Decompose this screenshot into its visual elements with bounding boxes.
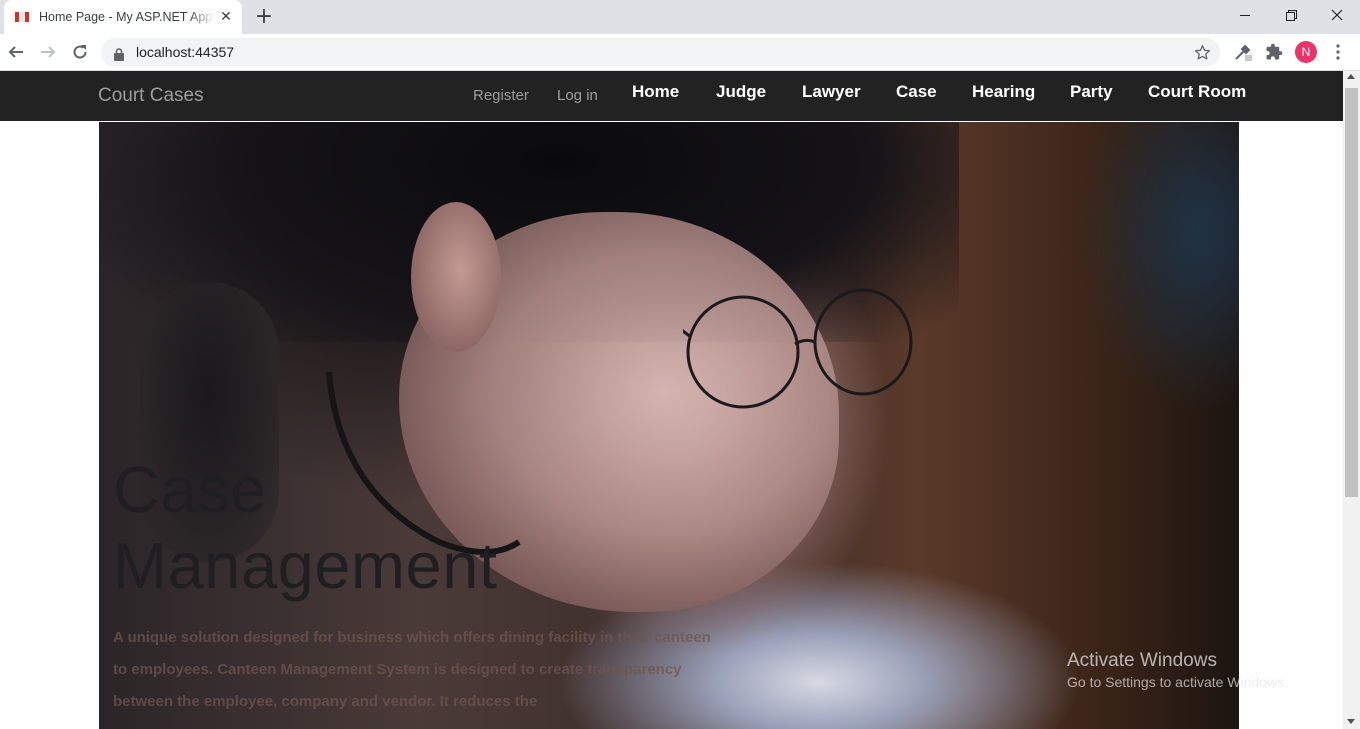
close-window-icon[interactable] xyxy=(1314,0,1360,30)
reload-icon[interactable] xyxy=(68,40,92,64)
register-link[interactable]: Register xyxy=(473,71,529,121)
tab-close-icon[interactable]: ✕ xyxy=(218,9,234,25)
tab-title: Home Page - My ASP.NET Application xyxy=(39,10,215,24)
hero-title-line-1: Case xyxy=(113,453,267,526)
nav-link-case[interactable]: Case xyxy=(896,71,937,113)
nav-link-party[interactable]: Party xyxy=(1070,71,1113,113)
back-icon[interactable] xyxy=(4,40,28,64)
hero-photo-ear xyxy=(411,202,501,352)
page-viewport: Court Cases Register Log in Home Judge L… xyxy=(0,71,1343,729)
nav-link-lawyer[interactable]: Lawyer xyxy=(802,71,861,113)
profile-initial: N xyxy=(1295,41,1317,63)
windows-activation-watermark: Activate Windows Go to Settings to activ… xyxy=(1067,650,1288,690)
extensions-puzzle-icon[interactable] xyxy=(1263,41,1285,63)
scroll-up-arrow-icon[interactable] xyxy=(1347,74,1355,79)
site-navbar: Court Cases Register Log in Home Judge L… xyxy=(0,71,1343,121)
hero-description: A unique solution designed for business … xyxy=(113,629,711,710)
new-tab-button[interactable]: + xyxy=(254,6,274,28)
nav-link-hearing[interactable]: Hearing xyxy=(972,71,1035,113)
lock-icon[interactable] xyxy=(114,46,124,65)
url-text[interactable]: localhost:44357 xyxy=(136,38,234,67)
site-brand-link[interactable]: Court Cases xyxy=(98,71,204,121)
restore-icon[interactable] xyxy=(1268,0,1314,30)
profile-avatar[interactable]: N xyxy=(1295,41,1317,63)
hero-title: Case Management xyxy=(113,452,497,604)
eyedropper-extension-icon[interactable] xyxy=(1232,41,1254,63)
bookmark-star-icon[interactable] xyxy=(1194,44,1211,65)
browser-tabstrip: Home Page - My ASP.NET Application ✕ + xyxy=(0,0,1360,34)
activation-title: Activate Windows xyxy=(1067,650,1217,671)
nav-link-court-room[interactable]: Court Room xyxy=(1148,71,1246,113)
browser-menu-icon[interactable] xyxy=(1327,41,1349,63)
address-bar[interactable]: localhost:44357 xyxy=(101,38,1220,67)
hero-photo-glasses xyxy=(683,288,913,409)
scroll-thumb[interactable] xyxy=(1345,88,1358,497)
browser-tab-active[interactable]: Home Page - My ASP.NET Application ✕ xyxy=(4,0,242,34)
page-scrollbar[interactable] xyxy=(1343,71,1360,729)
hero-title-line-2: Management xyxy=(113,529,498,602)
forward-icon[interactable] xyxy=(36,40,60,64)
scroll-down-arrow-icon[interactable] xyxy=(1347,719,1355,724)
login-link[interactable]: Log in xyxy=(557,71,598,121)
activation-subtitle: Go to Settings to activate Windows. xyxy=(1067,674,1288,690)
nav-link-home[interactable]: Home xyxy=(632,71,679,113)
site-favicon-icon xyxy=(15,12,29,22)
minimize-icon[interactable] xyxy=(1222,0,1268,30)
browser-toolbar: localhost:44357 N xyxy=(0,34,1360,71)
hero-banner-image: Case Management A unique solution design… xyxy=(99,122,1239,729)
nav-link-judge[interactable]: Judge xyxy=(716,71,766,113)
